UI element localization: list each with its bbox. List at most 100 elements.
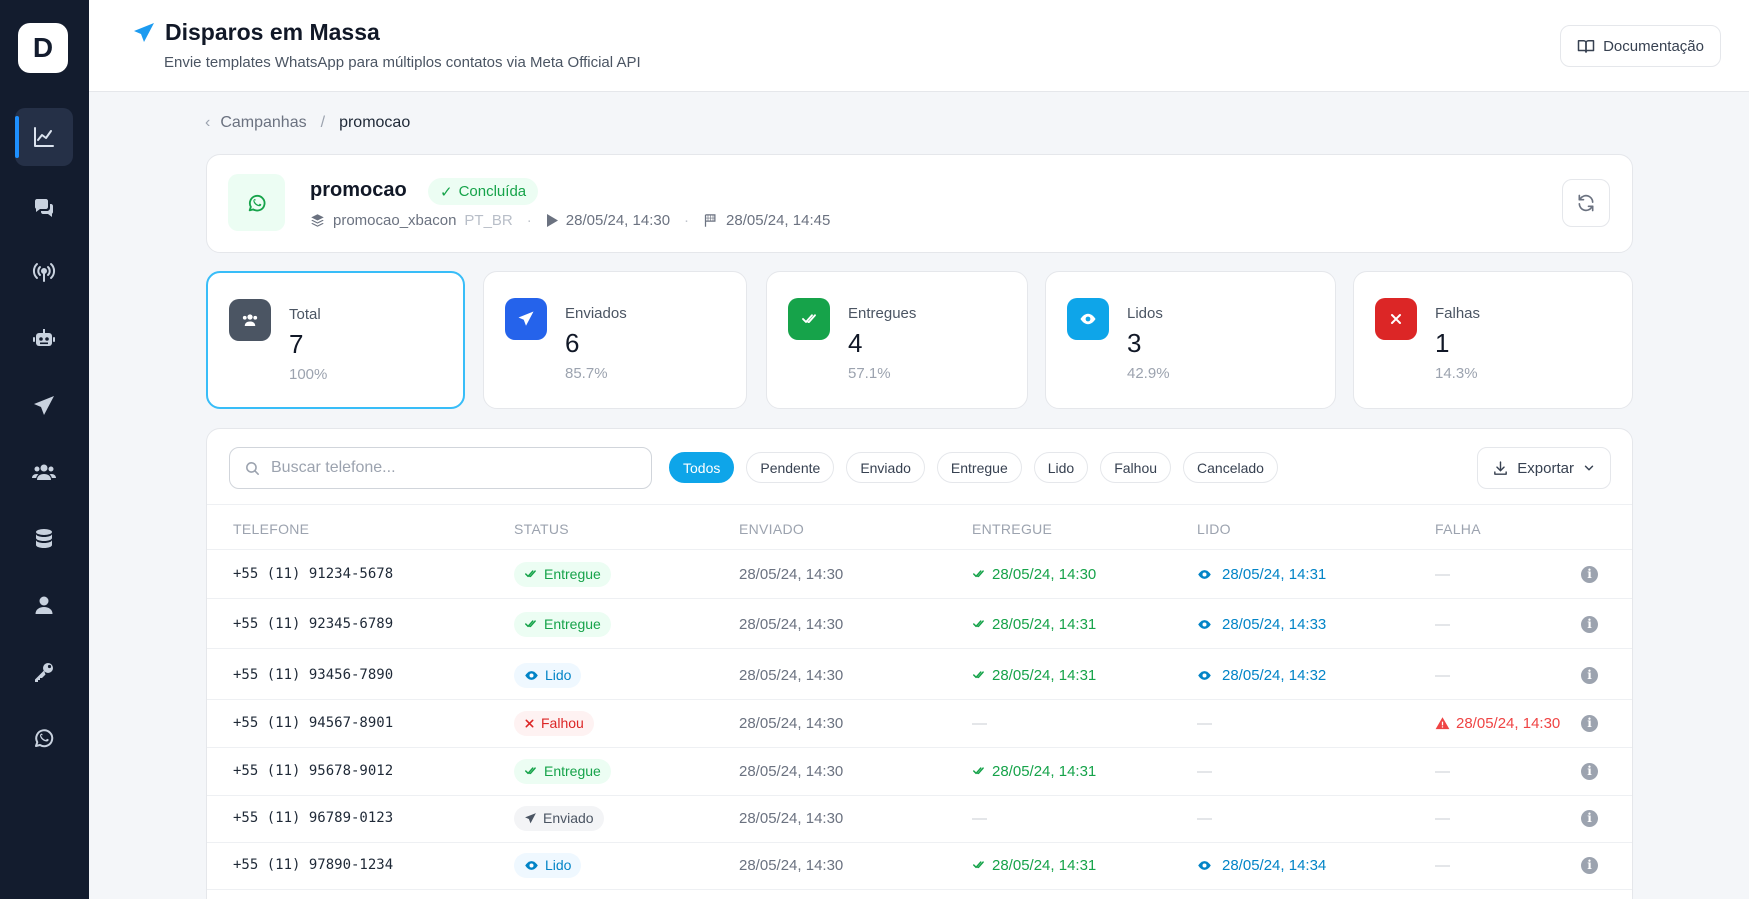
table-row[interactable]: +55 (11) 96789-0123 Enviado 28/05/24, 14:3… [207,794,1632,843]
filter-chip-pendente[interactable]: Pendente [746,452,835,483]
phone-cell: +55 (11) 91234-5678 [233,566,394,582]
nav-bots[interactable] [15,310,73,368]
status-cell: Enviado [514,794,604,842]
info-cell: i [1581,747,1598,795]
info-cell: i [1581,841,1598,889]
breadcrumb-separator: / [320,114,326,131]
whatsapp-icon [248,194,265,211]
breadcrumb-campanhas[interactable]: Campanhas [220,114,306,132]
table-row[interactable]: +55 (11) 95678-9012 Entregue 28/05/24, 14:… [207,747,1632,796]
search-input[interactable] [271,459,631,477]
stat-card-falhas[interactable]: Falhas 1 14.3% [1353,271,1633,409]
status-pill: Entregue [514,758,611,784]
table-row[interactable]: +55 (11) 91234-5678 Entregue 28/05/24, 14:… [207,550,1632,599]
breadcrumb: ‹ Campanhas / promocao [205,114,410,132]
table-row[interactable]: +55 (11) 93456-7890 Lido 28/05/24, 14:30 28… [207,651,1632,700]
user-icon [35,596,53,614]
status-pill-label: Entregue [544,616,601,632]
column-header[interactable]: STATUS [514,521,569,537]
column-header[interactable]: LIDO [1197,521,1231,537]
column-header[interactable]: FALHA [1435,521,1481,537]
double-check-icon [972,570,984,578]
app-logo[interactable]: D [18,23,68,73]
started-at: 28/05/24, 14:30 [565,212,671,229]
info-icon[interactable]: i [1581,666,1598,684]
stat-card-total[interactable]: Total 7 100% [206,271,465,409]
table-row[interactable]: +55 (11) 97890-1234 Lido 28/05/24, 14:30 28… [207,841,1632,890]
read-value: 28/05/24, 14:31 [1222,565,1327,583]
info-icon[interactable]: i [1581,714,1598,732]
info-icon[interactable]: i [1581,762,1598,780]
filter-chip-enviado[interactable]: Enviado [846,452,925,483]
stat-value: 1 [1435,328,1450,358]
table-row[interactable]: +55 (11) 94567-8901 Falhou 28/05/24, 14:30… [207,699,1632,748]
double-check-icon [524,767,536,775]
double-check-icon [788,298,830,340]
nav-contacts[interactable] [15,443,73,501]
column-header[interactable]: ENVIADO [739,521,804,537]
eye-icon [1067,298,1109,340]
book-icon [1577,40,1595,53]
chevron-left-icon[interactable]: ‹ [205,114,210,132]
chart-line-icon [34,127,54,147]
status-filter-chips: Todos Pendente Enviado Entregue Lido Fal… [669,452,1278,483]
status-cell: Lido [514,841,582,889]
send-icon [134,23,154,42]
page-title: Disparos em Massa [165,19,380,45]
failed-cell: 28/05/24, 14:30 [1435,699,1560,747]
stat-card-entregues[interactable]: Entregues 4 57.1% [766,271,1028,409]
failed-value: — [1435,809,1450,827]
nav-keys[interactable] [15,643,73,701]
stat-card-lidos[interactable]: Lidos 3 42.9% [1045,271,1336,409]
users-icon [32,464,56,480]
failed-cell: — [1435,651,1450,699]
read-cell: 28/05/24, 14:34 [1197,841,1326,889]
filter-chip-lido[interactable]: Lido [1033,452,1089,483]
nav-campaigns[interactable] [15,377,73,435]
table-row[interactable]: +55 (11) 92345-6789 Entregue 28/05/24, 14:… [207,600,1632,649]
failed-cell: — [1435,550,1450,598]
nav-dashboard[interactable] [15,108,73,166]
status-badge: ✓ Concluída [428,178,539,205]
filter-chip-entregue[interactable]: Entregue [936,452,1022,483]
delivered-value: 28/05/24, 14:31 [992,615,1097,633]
sent-cell: 28/05/24, 14:30 [739,809,844,827]
info-icon[interactable]: i [1581,809,1598,827]
filter-chip-cancelado[interactable]: Cancelado [1183,452,1278,483]
eye-icon [525,670,538,680]
documentation-button[interactable]: Documentação [1560,25,1721,67]
filter-chip-falhou[interactable]: Falhou [1100,452,1172,483]
export-button[interactable]: Exportar [1477,447,1611,489]
stat-label: Enviados [565,305,627,322]
failed-value: 28/05/24, 14:30 [1456,714,1561,732]
double-check-icon [972,861,984,869]
info-icon[interactable]: i [1581,565,1598,583]
nav-database[interactable] [15,510,73,568]
nav-chats[interactable] [15,179,73,237]
eye-icon [1198,569,1211,579]
status-pill: Lido [514,852,582,878]
nav-profile[interactable] [15,576,73,634]
finished-at: 28/05/24, 14:45 [726,212,831,229]
nav-broadcast[interactable] [15,243,73,301]
meta-separator: · [684,212,690,229]
filter-chip-todos[interactable]: Todos [669,452,735,483]
stat-percent: 42.9% [1127,365,1170,382]
breadcrumb-current: promocao [339,114,411,131]
info-icon[interactable]: i [1581,615,1598,633]
refresh-button[interactable] [1562,179,1610,227]
info-icon[interactable]: i [1581,856,1598,874]
stat-card-enviados[interactable]: Enviados 6 85.7% [483,271,747,409]
column-header[interactable]: ENTREGUE [972,521,1052,537]
delivered-value: 28/05/24, 14:31 [992,856,1097,874]
column-header[interactable]: TELEFONE [233,521,309,537]
failed-value: — [1435,856,1450,874]
sent-cell: 28/05/24, 14:30 [739,856,844,874]
phone-cell: +55 (11) 92345-6789 [233,616,394,632]
delivered-value: 28/05/24, 14:31 [992,762,1097,780]
sent-cell: 28/05/24, 14:30 [739,615,844,633]
nav-whatsapp[interactable] [15,709,73,767]
send-icon [34,396,54,415]
phone-cell: +55 (11) 96789-0123 [233,810,394,826]
warning-icon [1435,716,1450,729]
